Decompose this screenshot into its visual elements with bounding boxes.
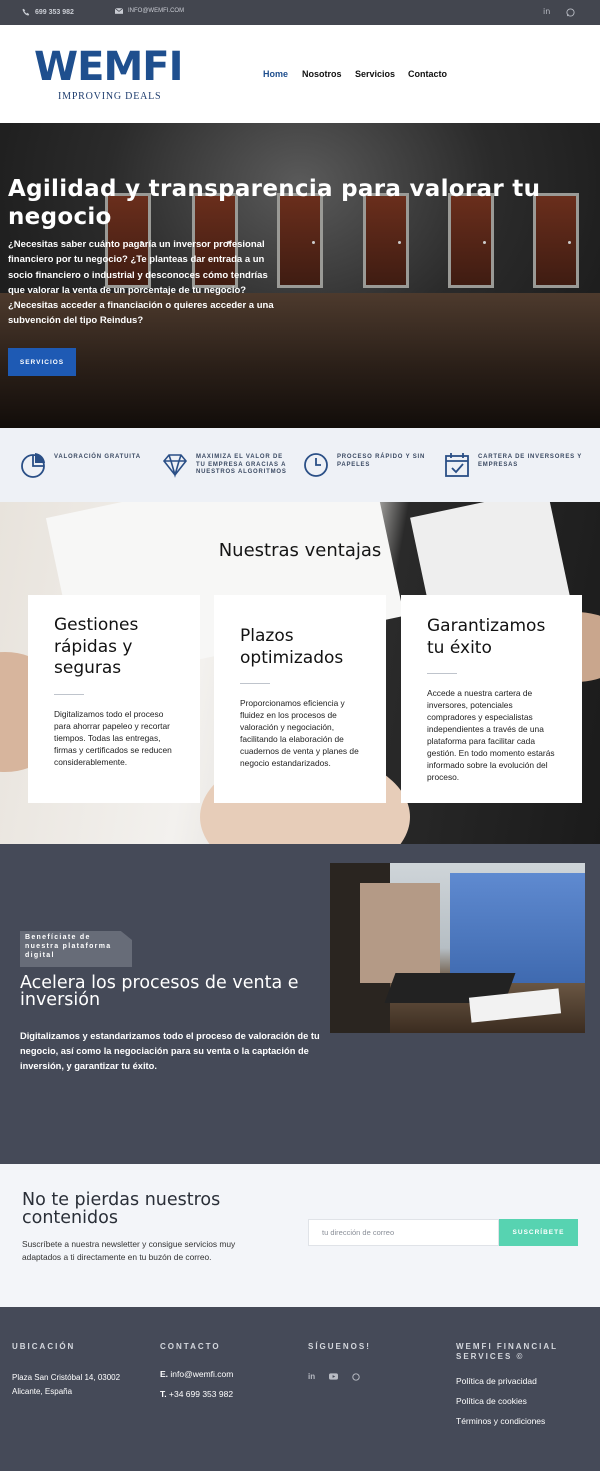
card-divider <box>427 673 457 674</box>
topbar-phone[interactable]: 699 353 982 <box>22 8 74 16</box>
logo-tagline: IMPROVING DEALS <box>58 91 162 102</box>
email-label: E. <box>160 1369 169 1379</box>
footer-heading: CONTACTO <box>160 1342 221 1351</box>
youtube-icon[interactable] <box>329 1373 339 1380</box>
footer-email[interactable]: E. info@wemfi.com <box>160 1367 300 1381</box>
card-text: Digitalizamos todo el proceso para ahorr… <box>54 708 172 767</box>
site-header: WEMFI IMPROVING DEALS Home Nosotros Serv… <box>0 25 600 123</box>
card-divider <box>54 693 84 695</box>
features-strip: VALORACIÓN GRATUITA MAXIMIZA EL VALOR DE… <box>0 428 600 502</box>
ventaja-card: Gestiones rápidas y seguras Digitalizamo… <box>28 595 200 803</box>
nav-servicios[interactable]: Servicios <box>355 69 395 79</box>
hero-text: ¿Necesitas saber cuánto pagaría un inver… <box>8 239 274 327</box>
footer-follow: SÍGUENOS! in <box>308 1342 448 1381</box>
feature-label: MAXIMIZA EL VALOR DE TU EMPRESA GRACIAS … <box>196 454 287 475</box>
phone-value: +34 699 353 982 <box>169 1389 234 1399</box>
feature-item: VALORACIÓN GRATUITA <box>20 452 150 478</box>
topbar-email[interactable]: INFO@WEMFI.COM <box>115 8 184 14</box>
footer-contact: CONTACTO E. info@wemfi.com T. +34 699 35… <box>160 1342 300 1401</box>
footer-heading: SÍGUENOS! <box>308 1342 371 1351</box>
feature-item: CARTERA DE INVERSORES Y EMPRESAS <box>444 452 584 478</box>
privacy-link[interactable]: Política de privacidad <box>456 1376 586 1386</box>
feature-label: PROCESO RÁPIDO Y SIN PAPELES <box>337 454 426 468</box>
servicios-button[interactable]: SERVICIOS <box>8 348 76 376</box>
topbar-email-text: INFO@WEMFI.COM <box>128 8 185 14</box>
platform-badge: Benefíciate de nuestra plataforma digita… <box>20 931 132 967</box>
email-value: info@wemfi.com <box>170 1369 234 1379</box>
phone-icon <box>22 8 30 16</box>
whatsapp-icon[interactable] <box>352 1372 360 1381</box>
envelope-icon <box>115 8 123 14</box>
feature-label: CARTERA DE INVERSORES Y EMPRESAS <box>478 454 582 468</box>
acelera-text: Digitalizamos y estandarizamos todo el p… <box>20 1031 320 1071</box>
cookies-link[interactable]: Política de cookies <box>456 1396 586 1406</box>
pie-chart-icon <box>21 453 45 478</box>
newsletter-text: Suscríbete a nuestra newsletter y consig… <box>22 1239 236 1262</box>
calendar-check-icon <box>445 453 469 477</box>
logo-wordmark: WEMFI <box>34 44 183 90</box>
footer-heading: WEMFI FINANCIAL SERVICES © <box>456 1342 558 1361</box>
linkedin-icon[interactable]: in <box>308 1372 315 1381</box>
nav-home[interactable]: Home <box>263 69 288 79</box>
acelera-title: Acelera los procesos de venta e inversió… <box>20 973 299 1010</box>
footer-heading: UBICACIÓN <box>12 1342 76 1351</box>
newsletter-section: No te pierdas nuestros contenidos Suscrí… <box>0 1164 600 1307</box>
acelera-section: Benefíciate de nuestra plataforma digita… <box>0 844 600 1164</box>
card-title: Garantizamos tu éxito <box>427 616 546 658</box>
hero-title: Agilidad y transparencia para valorar tu… <box>8 176 541 230</box>
card-text: Proporcionamos eficiencia y fluidez en l… <box>240 698 359 768</box>
newsletter-title: No te pierdas nuestros contenidos <box>22 1190 221 1228</box>
footer-phone[interactable]: T. +34 699 353 982 <box>160 1387 300 1401</box>
ventaja-card: Plazos optimizados Proporcionamos eficie… <box>214 595 386 803</box>
card-title: Plazos optimizados <box>240 626 344 668</box>
subscribe-button[interactable]: SUSCRÍBETE <box>499 1219 578 1246</box>
hero-section: Agilidad y transparencia para valorar tu… <box>0 123 600 428</box>
clock-icon <box>304 453 328 477</box>
ventajas-section: Nuestras ventajas Gestiones rápidas y se… <box>0 502 600 844</box>
top-bar: 699 353 982 INFO@WEMFI.COM in <box>0 0 600 25</box>
site-footer: UBICACIÓN Plaza San Cristóbal 14, 03002 … <box>0 1307 600 1471</box>
footer-location: UBICACIÓN Plaza San Cristóbal 14, 03002 … <box>12 1342 152 1399</box>
ventajas-title: Nuestras ventajas <box>218 540 382 561</box>
card-title: Gestiones rápidas y seguras <box>54 615 139 678</box>
card-text: Accede a nuestra cartera de inversores, … <box>427 688 555 782</box>
diamond-icon <box>162 454 188 478</box>
phone-label: T. <box>160 1389 167 1399</box>
card-divider <box>240 683 270 684</box>
handshake-photo <box>330 863 585 1033</box>
linkedin-icon[interactable]: in <box>543 7 550 16</box>
feature-item: MAXIMIZA EL VALOR DE TU EMPRESA GRACIAS … <box>162 452 294 478</box>
topbar-phone-text: 699 353 982 <box>35 8 74 16</box>
ventaja-card: Garantizamos tu éxito Accede a nuestra c… <box>401 595 582 803</box>
nav-nosotros[interactable]: Nosotros <box>302 69 342 79</box>
whatsapp-icon[interactable] <box>566 8 575 17</box>
feature-label: VALORACIÓN GRATUITA <box>54 454 141 460</box>
footer-address: Plaza San Cristóbal 14, 03002 Alicante, … <box>12 1373 121 1396</box>
social-icons: in <box>308 1372 448 1381</box>
footer-legal: WEMFI FINANCIAL SERVICES © Política de p… <box>456 1342 586 1426</box>
terms-link[interactable]: Términos y condiciones <box>456 1416 586 1426</box>
nav-contacto[interactable]: Contacto <box>408 69 447 79</box>
feature-item: PROCESO RÁPIDO Y SIN PAPELES <box>303 452 433 478</box>
newsletter-email-input[interactable] <box>308 1219 499 1246</box>
